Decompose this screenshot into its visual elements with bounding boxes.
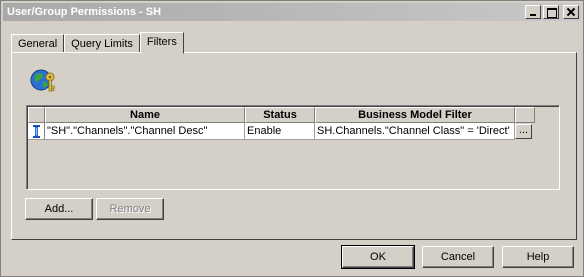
add-button[interactable]: Add... — [25, 198, 93, 220]
edit-filter-button[interactable]: ... — [515, 124, 532, 139]
close-button[interactable] — [563, 5, 579, 19]
tab-query-limits[interactable]: Query Limits — [64, 34, 140, 53]
table-cell-name[interactable]: "SH"."Channels"."Channel Desc" — [45, 123, 245, 140]
column-header-edit — [515, 107, 535, 123]
maximize-button[interactable] — [543, 5, 559, 19]
cancel-button[interactable]: Cancel — [422, 246, 494, 268]
minimize-button[interactable] — [525, 5, 541, 19]
table-row-selector[interactable] — [28, 123, 45, 140]
column-header-status[interactable]: Status — [245, 107, 315, 123]
tab-strip: General Query Limits Filters — [11, 32, 184, 54]
filter-row-icon — [33, 125, 40, 138]
filters-grid: Name Status Business Model Filter "SH"."… — [26, 105, 560, 190]
tab-general[interactable]: General — [11, 34, 65, 53]
table-cell-status[interactable]: Enable — [245, 123, 315, 140]
permissions-dialog: User/Group Permissions - SH General Quer… — [0, 0, 584, 277]
tab-filters[interactable]: Filters — [139, 32, 184, 54]
ok-button[interactable]: OK — [341, 245, 415, 269]
remove-button[interactable]: Remove — [96, 198, 164, 220]
column-header-filter[interactable]: Business Model Filter — [315, 107, 515, 123]
row-selector-header — [28, 107, 45, 123]
window-title: User/Group Permissions - SH — [7, 6, 162, 18]
table-cell-filter[interactable]: SH.Channels."Channel Class" = 'Direct' — [315, 123, 515, 140]
help-button[interactable]: Help — [502, 246, 574, 268]
globe-key-icon — [30, 69, 55, 92]
column-header-name[interactable]: Name — [45, 107, 245, 123]
title-bar: User/Group Permissions - SH — [3, 3, 581, 21]
